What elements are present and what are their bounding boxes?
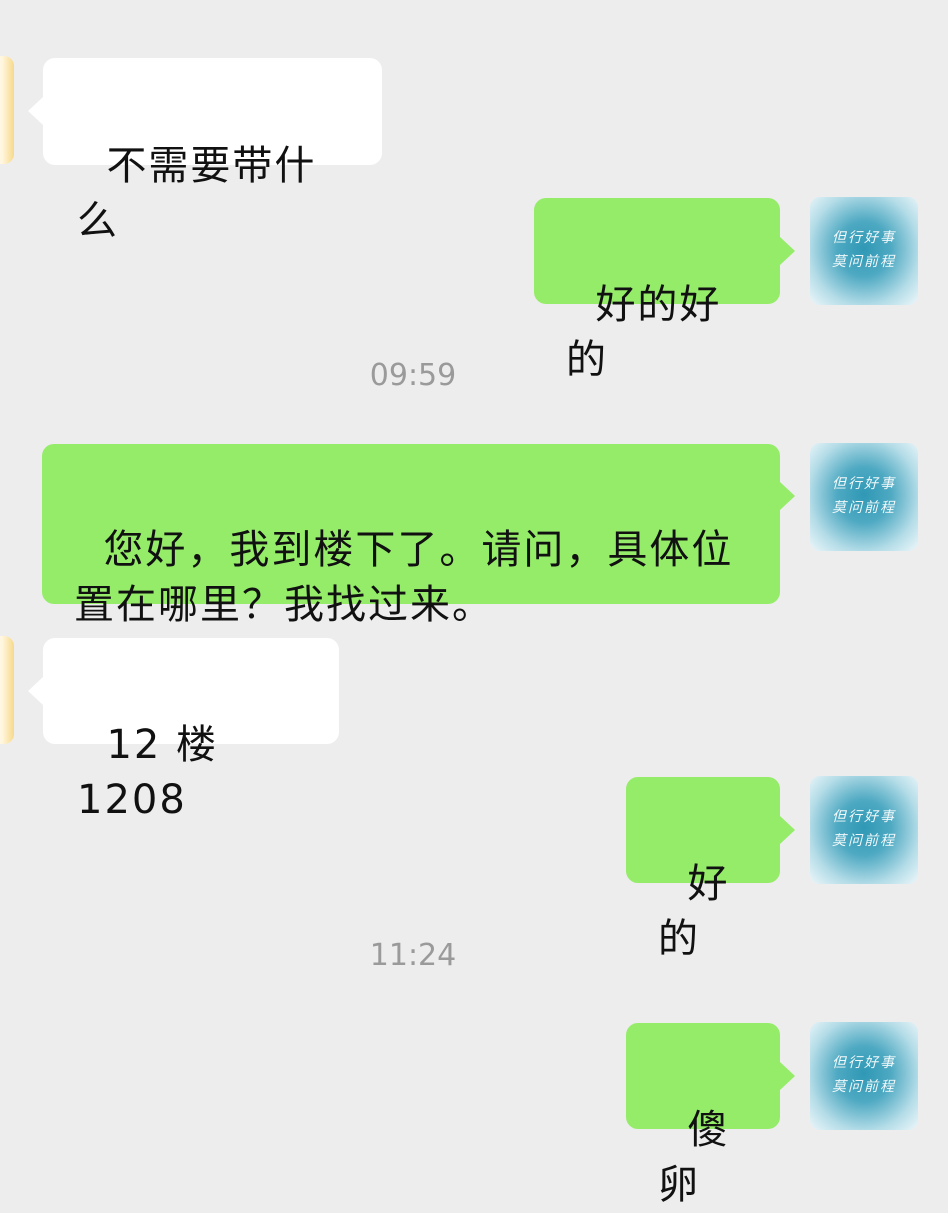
top-timestamp-partial	[0, 0, 826, 10]
message-text: 您好，我到楼下了。请问，具体位 置在哪里？我找过来。	[74, 527, 734, 628]
avatar-calligraphy: 莫问前程	[832, 254, 896, 270]
bubble-tail	[28, 97, 43, 125]
avatar-calligraphy: 莫问前程	[832, 833, 896, 849]
message-text: 不需要带什么	[77, 143, 317, 244]
chat-timestamp: 11:24	[369, 938, 457, 973]
bubble-tail	[780, 816, 795, 844]
chat-timestamp: 09:59	[369, 358, 457, 393]
message-outgoing[interactable]: 好的好的	[534, 198, 780, 383]
user-avatar[interactable]: 但行好事 莫问前程	[810, 443, 918, 551]
message-text: 12 楼 1208	[77, 722, 233, 823]
contact-avatar[interactable]	[0, 56, 14, 164]
bubble-tail	[28, 677, 43, 705]
bubble-tail	[780, 1062, 795, 1090]
message-text: 傻卵	[658, 1107, 730, 1208]
avatar-calligraphy: 但行好事	[832, 1055, 896, 1071]
message-outgoing[interactable]: 您好，我到楼下了。请问，具体位 置在哪里？我找过来。	[42, 444, 780, 628]
avatar-calligraphy: 莫问前程	[832, 500, 896, 516]
avatar-calligraphy: 但行好事	[832, 809, 896, 825]
user-avatar[interactable]: 但行好事 莫问前程	[810, 197, 918, 305]
message-outgoing[interactable]: 好的	[626, 777, 780, 962]
avatar-calligraphy: 但行好事	[832, 230, 896, 246]
contact-avatar[interactable]	[0, 636, 14, 744]
message-incoming[interactable]: 12 楼 1208	[43, 638, 339, 823]
avatar-calligraphy: 莫问前程	[832, 1079, 896, 1095]
avatar-calligraphy: 但行好事	[832, 476, 896, 492]
user-avatar[interactable]: 但行好事 莫问前程	[810, 1022, 918, 1130]
bubble-tail	[780, 482, 795, 510]
message-outgoing[interactable]: 傻卵	[626, 1023, 780, 1208]
message-incoming[interactable]: 不需要带什么	[43, 58, 382, 244]
user-avatar[interactable]: 但行好事 莫问前程	[810, 776, 918, 884]
bubble-tail	[780, 237, 795, 265]
